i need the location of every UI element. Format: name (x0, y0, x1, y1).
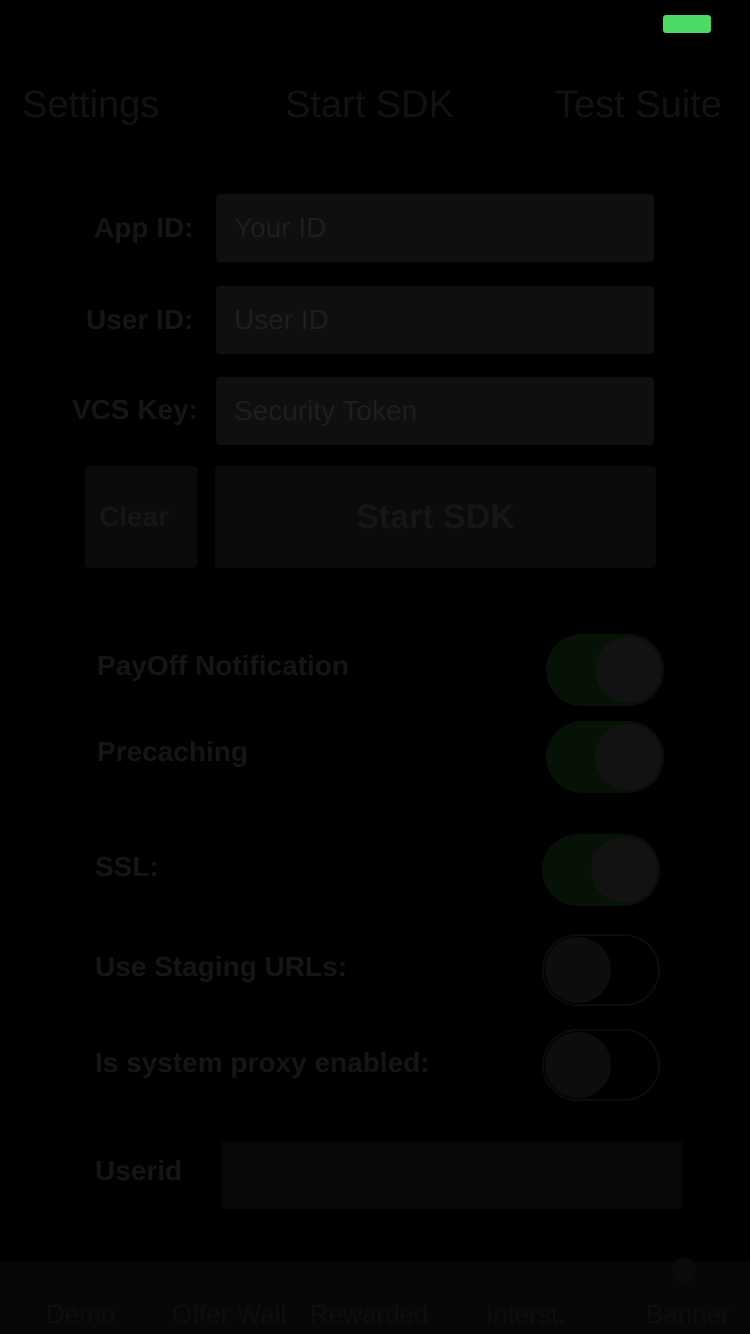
clear-button[interactable]: Clear (85, 466, 197, 568)
tab-demo[interactable]: Demo (46, 1296, 115, 1332)
vcs-key-input[interactable] (216, 377, 654, 445)
vcs-key-label: VCS Key: (72, 394, 199, 425)
user-id-input[interactable] (216, 286, 654, 354)
toggle-knob (591, 837, 657, 903)
userid-label: Userid (95, 1155, 183, 1186)
toggle-knob (595, 724, 661, 790)
userid-input[interactable] (221, 1141, 683, 1209)
system-proxy-label: Is system proxy enabled: (95, 1047, 430, 1078)
nav-start-sdk[interactable]: Start SDK (285, 80, 454, 130)
app-id-label: App ID: (94, 212, 194, 243)
tab-badge (672, 1258, 696, 1282)
toggle-knob (545, 937, 611, 1003)
battery-icon (663, 15, 711, 33)
staging-urls-toggle[interactable] (542, 934, 660, 1006)
tab-interstitial[interactable]: Interst. (486, 1296, 565, 1332)
precaching-toggle[interactable] (546, 721, 664, 793)
start-sdk-button[interactable]: Start SDK (215, 466, 656, 568)
nav-settings[interactable]: Settings (22, 80, 159, 130)
app-id-input[interactable] (216, 194, 654, 262)
precaching-label: Precaching (97, 736, 248, 767)
tab-rewarded[interactable]: Rewarded (310, 1296, 429, 1332)
system-proxy-toggle[interactable] (542, 1029, 660, 1101)
staging-urls-label: Use Staging URLs: (95, 951, 348, 982)
tab-banner[interactable]: Banner (646, 1296, 730, 1332)
tab-offer-wall[interactable]: Offer Wall (172, 1296, 286, 1332)
ssl-label: SSL: (95, 851, 159, 882)
toggle-knob (545, 1032, 611, 1098)
ssl-toggle[interactable] (542, 834, 660, 906)
payoff-notification-label: PayOff Notification (97, 650, 350, 681)
toggle-knob (595, 637, 661, 703)
payoff-notification-toggle[interactable] (546, 634, 664, 706)
user-id-label: User ID: (86, 304, 194, 335)
nav-test-suite[interactable]: Test Suite (555, 80, 722, 130)
